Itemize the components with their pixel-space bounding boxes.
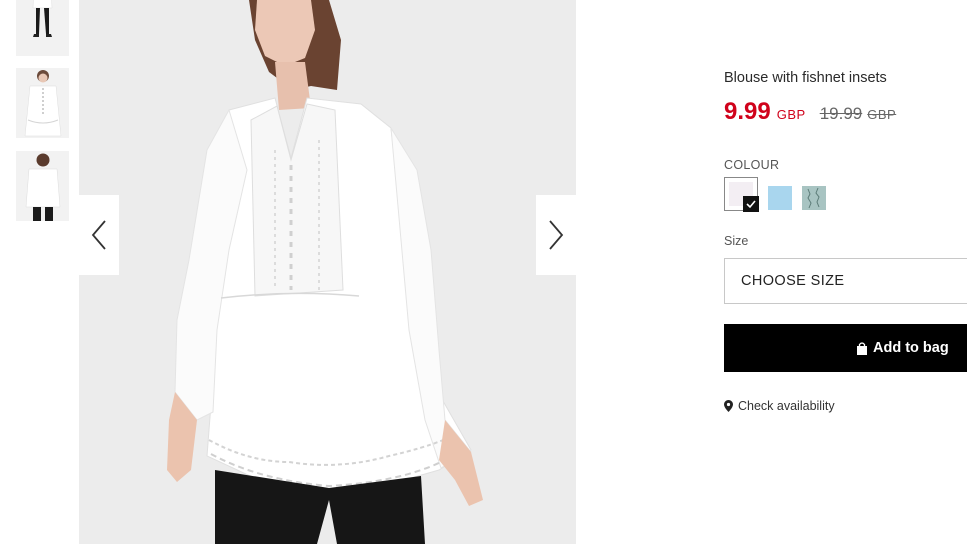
original-price: 19.99 <box>819 104 863 123</box>
colour-swatch-white[interactable] <box>724 177 759 212</box>
product-info-panel: Blouse with fishnet insets 9.99 GBP 19.9… <box>724 0 967 544</box>
product-main-image[interactable] <box>79 0 576 544</box>
check-availability-label: Check availability <box>738 399 835 413</box>
product-title: Blouse with fishnet insets <box>724 70 887 86</box>
thumbnail-front-close[interactable] <box>16 68 69 138</box>
chevron-left-icon <box>91 220 106 250</box>
colour-swatches <box>724 177 826 212</box>
checkmark-icon <box>743 196 759 212</box>
shopping-bag-icon <box>857 341 867 355</box>
map-pin-icon <box>724 400 733 412</box>
product-photo <box>79 0 576 544</box>
size-select[interactable]: CHOOSE SIZE <box>724 258 967 304</box>
previous-image-button[interactable] <box>79 195 119 275</box>
next-image-button[interactable] <box>536 195 576 275</box>
check-availability-link[interactable]: Check availability <box>724 399 835 413</box>
pattern-icon <box>807 187 820 209</box>
size-label: Size <box>724 234 749 248</box>
add-to-bag-label: Add to bag <box>873 340 949 356</box>
size-select-placeholder: CHOOSE SIZE <box>741 273 845 289</box>
colour-swatch-mint-pattern[interactable] <box>802 186 826 210</box>
original-price-currency: GBP <box>867 107 897 122</box>
current-price: 9.99 <box>724 98 771 125</box>
chevron-right-icon <box>549 220 564 250</box>
thumbnail-front-full[interactable] <box>16 0 69 56</box>
price-row: 9.99 GBP 19.99 GBP <box>724 98 896 126</box>
thumbnail-back-view[interactable] <box>16 151 69 221</box>
colour-label: COLOUR <box>724 158 780 172</box>
current-price-currency: GBP <box>776 107 806 122</box>
add-to-bag-button[interactable]: Add to bag <box>724 324 967 372</box>
colour-swatch-light-blue[interactable] <box>768 186 792 210</box>
